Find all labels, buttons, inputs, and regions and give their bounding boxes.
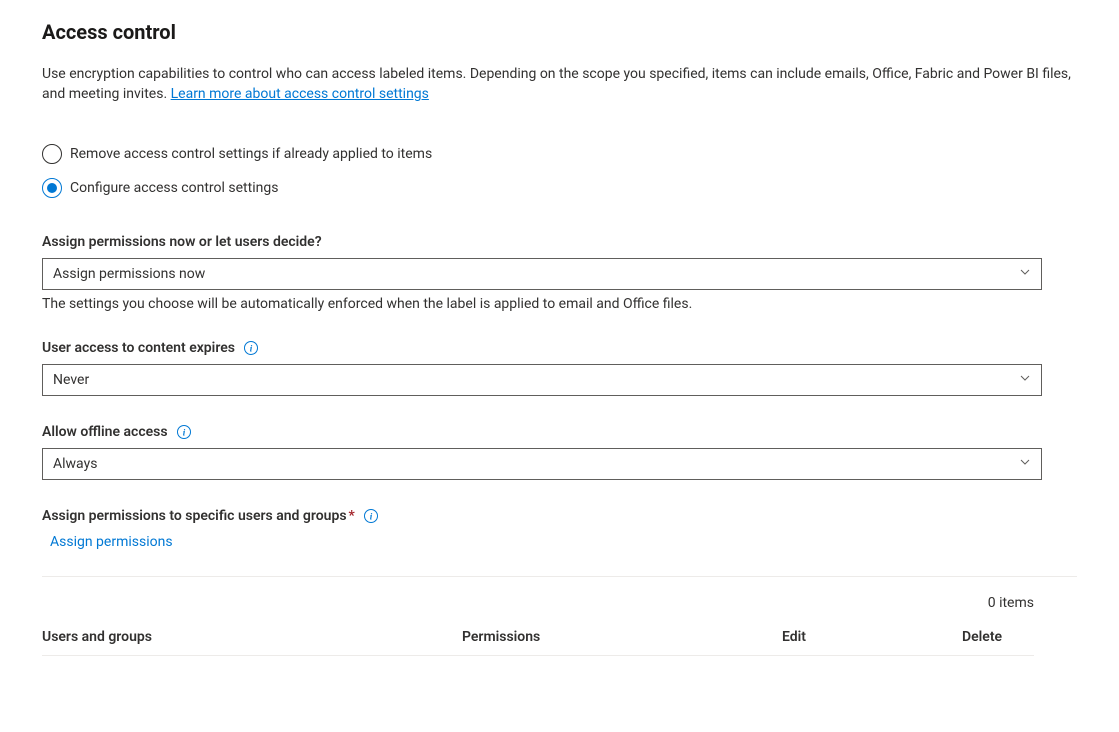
assign-permissions-link[interactable]: Assign permissions — [50, 534, 1077, 550]
offline-value: Always — [53, 456, 1019, 472]
required-asterisk: * — [349, 508, 355, 524]
learn-more-link[interactable]: Learn more about access control settings — [171, 86, 429, 102]
info-icon[interactable]: i — [243, 340, 259, 356]
assign-mode-label: Assign permissions now or let users deci… — [42, 234, 1077, 250]
chevron-down-icon — [1019, 372, 1031, 388]
divider — [42, 576, 1077, 577]
info-icon[interactable]: i — [363, 508, 379, 524]
expiry-label: User access to content expires — [42, 340, 235, 356]
info-icon[interactable]: i — [176, 424, 192, 440]
radio-configure-settings[interactable]: Configure access control settings — [42, 178, 1077, 198]
svg-text:i: i — [250, 344, 253, 354]
svg-text:i: i — [182, 428, 185, 438]
page-title: Access control — [42, 20, 1077, 44]
offline-access-field: Allow offline access i Always — [42, 424, 1077, 480]
radio-configure-label: Configure access control settings — [70, 180, 278, 196]
radio-remove-settings[interactable]: Remove access control settings if alread… — [42, 144, 1077, 164]
access-control-radio-group: Remove access control settings if alread… — [42, 144, 1077, 198]
assign-mode-value: Assign permissions now — [53, 266, 1019, 282]
col-delete[interactable]: Delete — [962, 629, 1034, 645]
radio-remove-label: Remove access control settings if alread… — [70, 146, 432, 162]
expiry-dropdown[interactable]: Never — [42, 364, 1042, 396]
col-users-groups[interactable]: Users and groups — [42, 629, 462, 645]
permissions-table-header: Users and groups Permissions Edit Delete — [42, 629, 1034, 656]
items-count: 0 items — [42, 595, 1034, 611]
assign-mode-dropdown[interactable]: Assign permissions now — [42, 258, 1042, 290]
assign-specific-label: Assign permissions to specific users and… — [42, 508, 347, 524]
offline-dropdown[interactable]: Always — [42, 448, 1042, 480]
radio-inner-dot — [47, 183, 57, 193]
assign-specific-field: Assign permissions to specific users and… — [42, 508, 1077, 656]
chevron-down-icon — [1019, 456, 1031, 472]
col-edit[interactable]: Edit — [782, 629, 962, 645]
radio-icon — [42, 144, 62, 164]
assign-permissions-mode-field: Assign permissions now or let users deci… — [42, 234, 1077, 312]
assign-mode-help: The settings you choose will be automati… — [42, 296, 1077, 312]
offline-label: Allow offline access — [42, 424, 168, 440]
chevron-down-icon — [1019, 266, 1031, 282]
page-description: Use encryption capabilities to control w… — [42, 64, 1077, 104]
col-permissions[interactable]: Permissions — [462, 629, 782, 645]
user-access-expiry-field: User access to content expires i Never — [42, 340, 1077, 396]
expiry-value: Never — [53, 372, 1019, 388]
svg-text:i: i — [370, 512, 373, 522]
radio-icon-selected — [42, 178, 62, 198]
